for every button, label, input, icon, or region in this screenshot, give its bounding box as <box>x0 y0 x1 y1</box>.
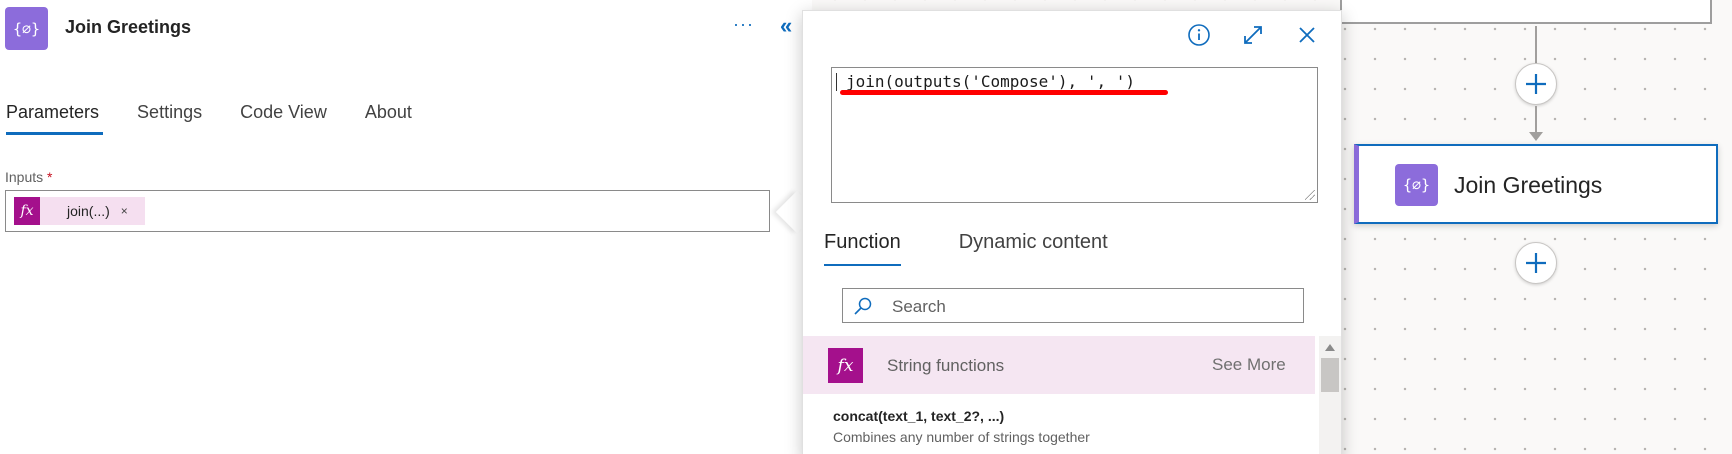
join-greetings-node[interactable]: {∅} Join Greetings <box>1354 144 1718 224</box>
inputs-label: Inputs * <box>5 169 52 185</box>
remove-token-icon[interactable]: × <box>121 204 128 218</box>
resize-handle-icon[interactable] <box>1305 190 1315 200</box>
list-item[interactable]: concat(text_1, text_2?, ...) Combines an… <box>803 394 1315 454</box>
node-title: Join Greetings <box>1454 172 1603 198</box>
plus-icon <box>1526 74 1546 94</box>
expand-icon[interactable] <box>1241 23 1265 52</box>
info-icon[interactable] <box>1187 23 1211 52</box>
text-cursor <box>836 73 837 91</box>
inputs-field[interactable]: fx join(...) × <box>5 190 770 232</box>
scroll-thumb[interactable] <box>1321 358 1339 392</box>
function-list: fx String functions See More concat(text… <box>803 336 1341 454</box>
previous-action-card[interactable] <box>1340 0 1712 24</box>
category-string-functions[interactable]: fx String functions See More <box>803 336 1315 394</box>
expression-input[interactable]: join(outputs('Compose'), ', ') <box>831 67 1318 203</box>
connector-line <box>1535 106 1537 134</box>
properties-panel: {∅} Join Greetings ··· « Parameters Sett… <box>0 0 812 454</box>
tab-function[interactable]: Function <box>824 231 901 266</box>
expression-token[interactable]: fx join(...) × <box>14 197 145 225</box>
search-icon <box>853 296 873 321</box>
tab-code-view[interactable]: Code View <box>240 102 327 135</box>
inputs-label-text: Inputs <box>5 169 44 185</box>
function-description: Combines any number of strings together <box>833 429 1090 445</box>
tab-dynamic-content[interactable]: Dynamic content <box>959 231 1108 266</box>
list-scrollbar[interactable] <box>1319 336 1341 454</box>
function-icon: fx <box>14 197 40 225</box>
compose-action-icon: {∅} <box>5 7 48 50</box>
function-signature: concat(text_1, text_2?, ...) <box>833 408 1005 424</box>
add-step-button[interactable] <box>1515 242 1557 284</box>
tab-settings[interactable]: Settings <box>137 102 202 135</box>
see-more-link[interactable]: See More <box>1212 355 1286 375</box>
function-search-input[interactable]: Search <box>842 288 1304 323</box>
collapse-panel-icon[interactable]: « <box>780 13 792 39</box>
connector-line <box>1535 26 1537 66</box>
token-label: join(...) <box>67 203 110 219</box>
panel-tabs: Parameters Settings Code View About <box>6 102 450 135</box>
tab-parameters[interactable]: Parameters <box>6 102 104 135</box>
expression-tabs: Function Dynamic content <box>824 231 1166 266</box>
plus-icon <box>1526 253 1546 273</box>
close-icon[interactable] <box>1295 23 1319 52</box>
more-options-button[interactable]: ··· <box>733 14 754 35</box>
connector-arrow-icon <box>1529 132 1543 141</box>
search-placeholder: Search <box>892 297 946 316</box>
expression-editor-popup: join(outputs('Compose'), ', ') Function … <box>802 10 1342 454</box>
panel-title[interactable]: Join Greetings <box>65 17 191 38</box>
insert-step-button[interactable] <box>1515 63 1557 105</box>
tab-about[interactable]: About <box>365 102 412 135</box>
scroll-up-icon[interactable] <box>1325 344 1335 351</box>
required-marker: * <box>47 169 53 185</box>
function-icon: fx <box>828 348 863 383</box>
expression-text[interactable]: join(outputs('Compose'), ', ') <box>846 72 1135 91</box>
category-label: String functions <box>887 356 1005 375</box>
compose-action-icon: {∅} <box>1395 164 1438 206</box>
red-annotation-underline <box>840 90 1168 95</box>
